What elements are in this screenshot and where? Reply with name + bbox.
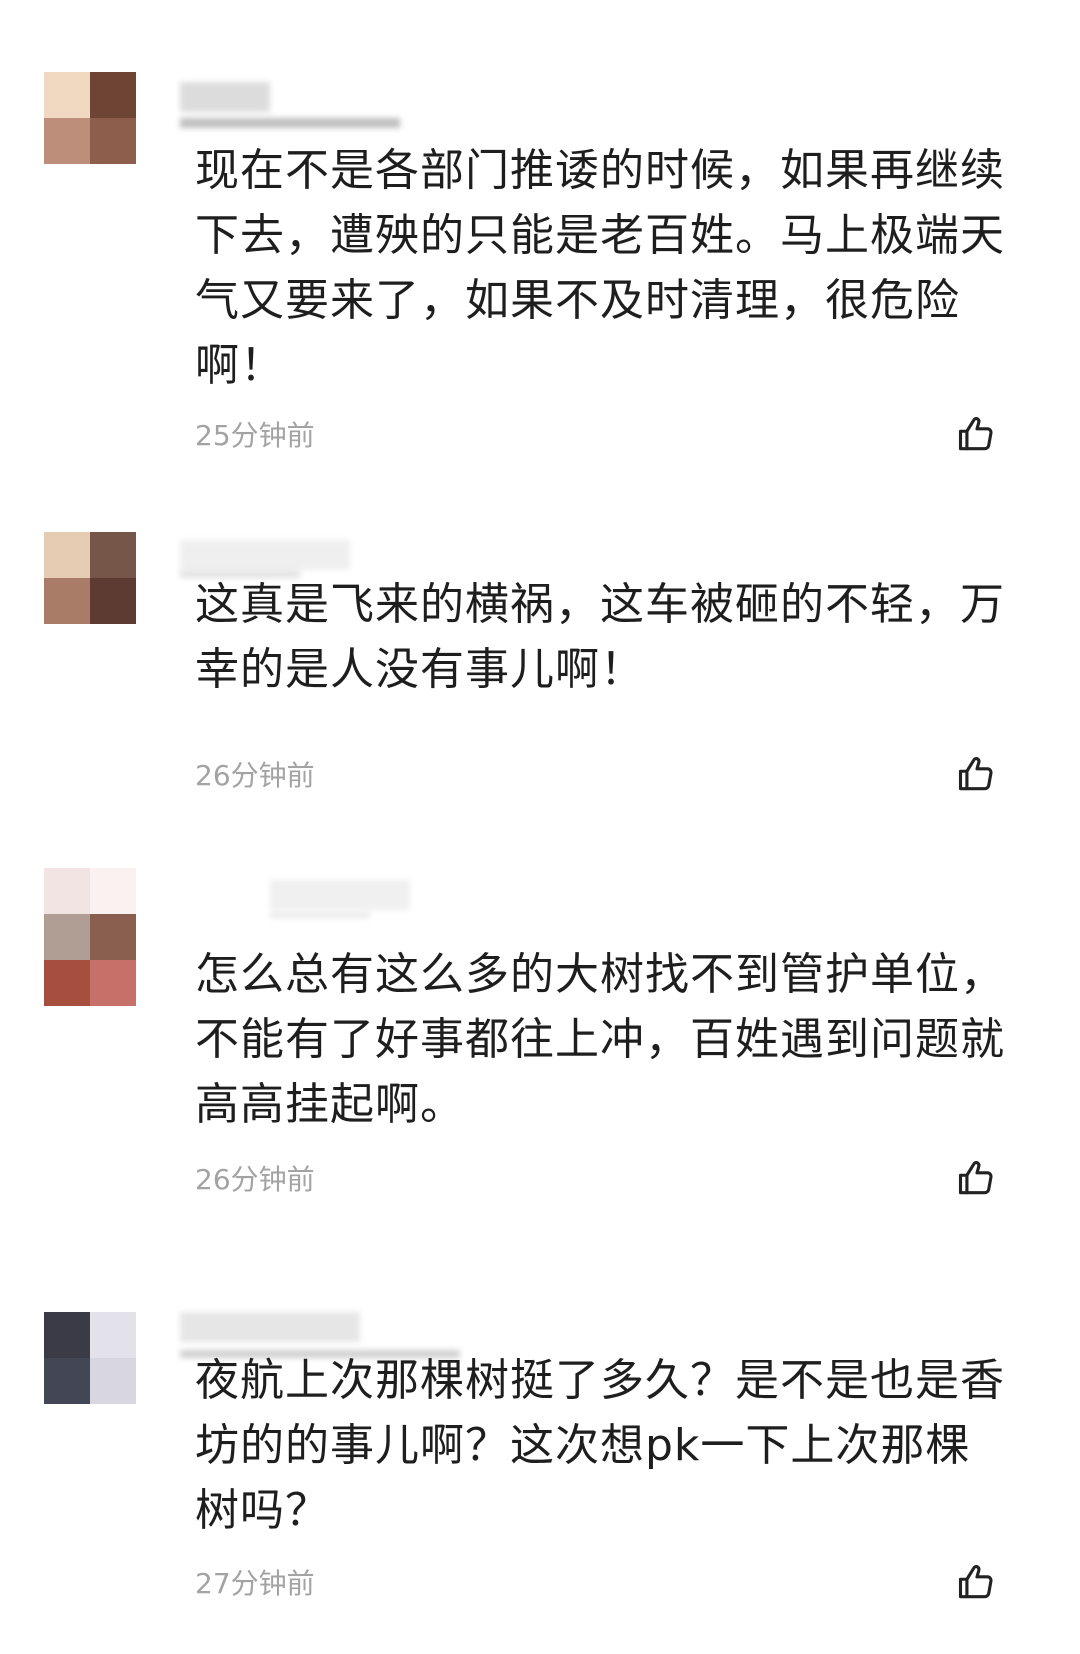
username-blur-block: [180, 540, 350, 570]
thumbs-up-icon: [958, 757, 993, 791]
like-button[interactable]: [955, 1560, 999, 1604]
avatar-pixel: [44, 578, 90, 624]
avatar-pixel: [90, 914, 136, 960]
avatar-pixel: [44, 1312, 90, 1358]
username-blur-block: [270, 880, 410, 910]
like-button[interactable]: [955, 1156, 999, 1200]
username-blur-block: [180, 82, 270, 112]
comment-text: 这真是飞来的横祸，这车被砸的不轻，万幸的是人没有事儿啊！: [195, 579, 1005, 695]
comment-timestamp: 26分钟前: [195, 759, 315, 792]
comment-timestamp: 25分钟前: [195, 419, 315, 452]
comment-text: 怎么总有这么多的大树找不到管护单位，不能有了好事都往上冲，百姓遇到问题就高高挂起…: [195, 949, 1005, 1130]
comment-text: 现在不是各部门推诿的时候，如果再继续下去，遭殃的只能是老百姓。马上极端天气又要来…: [195, 145, 1005, 391]
comment-timestamp: 27分钟前: [195, 1567, 315, 1600]
username-blurred[interactable]: [180, 540, 350, 578]
avatar-pixel: [90, 960, 136, 1006]
username-blurred[interactable]: [180, 82, 400, 128]
avatar[interactable]: [44, 72, 136, 164]
avatar[interactable]: [44, 532, 136, 624]
thumbs-up-icon: [958, 417, 993, 451]
comment-timestamp: 26分钟前: [195, 1163, 315, 1196]
thumbs-up-icon: [958, 1161, 993, 1195]
avatar-pixel: [44, 72, 90, 118]
avatar[interactable]: [44, 1312, 136, 1404]
avatar-pixel: [44, 914, 90, 960]
avatar-pixel: [44, 532, 90, 578]
avatar-pixel: [90, 578, 136, 624]
avatar-pixel: [44, 118, 90, 164]
like-button[interactable]: [955, 412, 999, 456]
avatar-pixel: [90, 868, 136, 914]
avatar-pixel: [44, 1358, 90, 1404]
thumbs-up-icon: [958, 1565, 993, 1599]
avatar-pixel: [90, 1358, 136, 1404]
like-button[interactable]: [955, 752, 999, 796]
comment-text: 夜航上次那棵树挺了多久？是不是也是香坊的的事儿啊？这次想pk一下上次那棵树吗？: [195, 1355, 1005, 1536]
avatar-pixel: [90, 1312, 136, 1358]
username-blur-block: [270, 912, 370, 918]
avatar[interactable]: [44, 868, 136, 1006]
username-blur-block: [180, 1312, 360, 1342]
username-blurred[interactable]: [180, 1312, 460, 1358]
username-blur-block: [180, 118, 400, 128]
username-blurred[interactable]: [180, 880, 410, 918]
avatar-pixel: [44, 868, 90, 914]
avatar-pixel: [90, 532, 136, 578]
avatar-pixel: [90, 118, 136, 164]
avatar-pixel: [90, 72, 136, 118]
avatar-pixel: [44, 960, 90, 1006]
